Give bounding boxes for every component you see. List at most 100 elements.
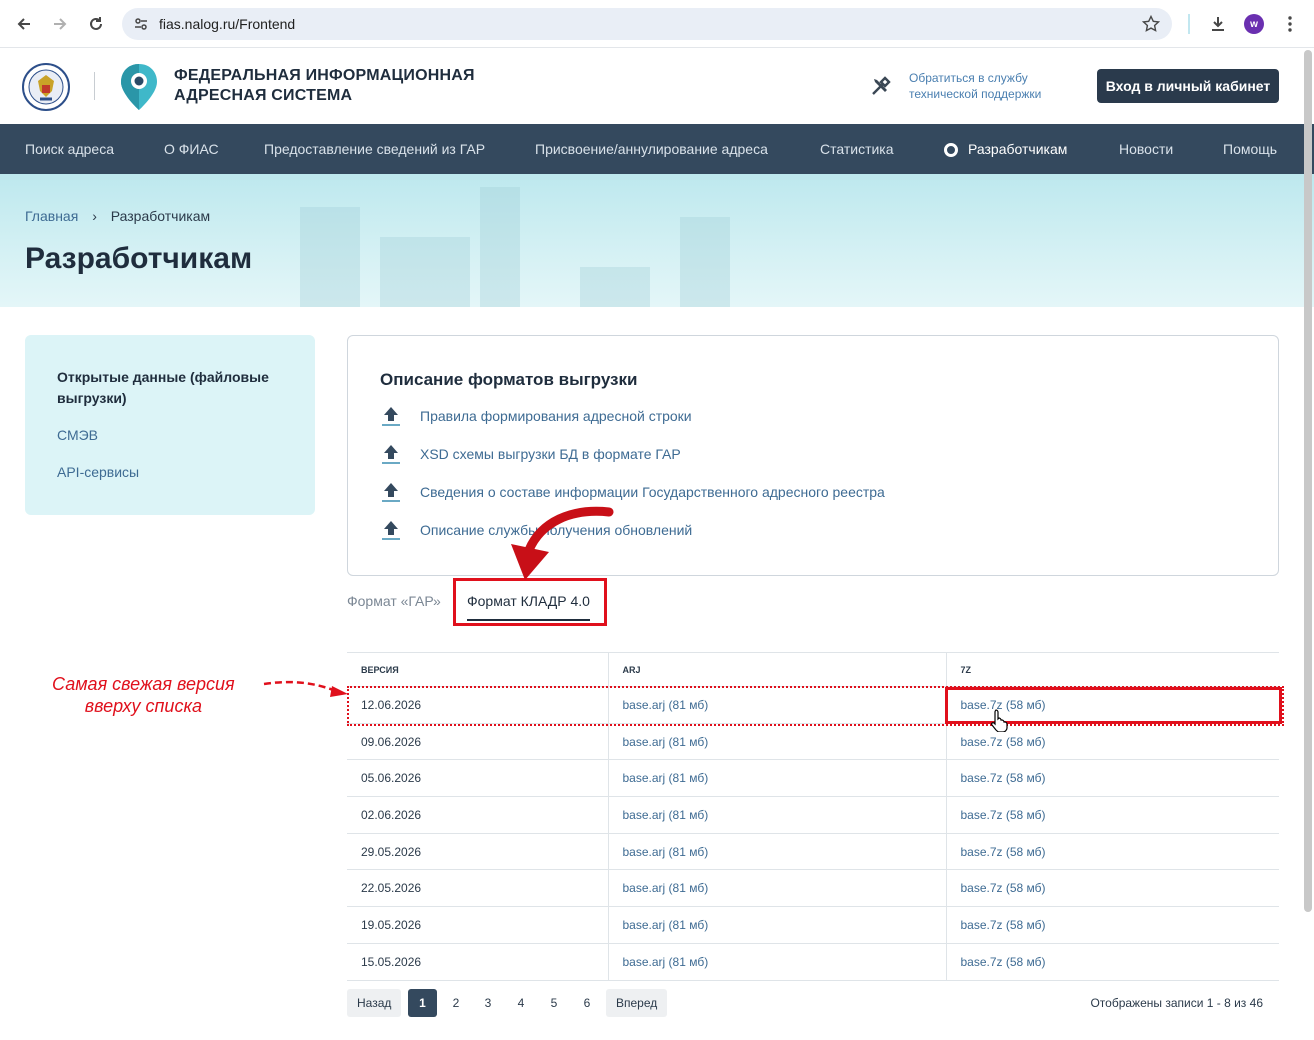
site-title: ФЕДЕРАЛЬНАЯ ИНФОРМАЦИОННАЯ АДРЕСНАЯ СИСТ… [174, 66, 475, 106]
version-date: 02.06.2026 [347, 796, 608, 834]
nav-item-gar-info[interactable]: Предоставление сведений из ГАР [264, 141, 485, 157]
table-header-row: ВЕРСИЯ ARJ 7Z [347, 652, 1279, 687]
reload-icon[interactable] [84, 12, 108, 36]
table-row: 09.06.2026 base.arj (81 мб) base.7z (58 … [347, 723, 1279, 761]
table-row: 15.05.2026 base.arj (81 мб) base.7z (58 … [347, 943, 1279, 981]
7z-download-link[interactable]: base.7z (58 мб) [945, 906, 1279, 944]
nav-item-about[interactable]: О ФИАС [164, 141, 219, 157]
fias-pin-logo-icon[interactable] [118, 62, 160, 117]
pager-page[interactable]: 6 [576, 989, 598, 1017]
bookmark-star-icon[interactable] [1141, 14, 1161, 38]
pager-prev-button[interactable]: Назад [347, 989, 402, 1017]
active-dot-icon [944, 143, 958, 157]
upload-icon [382, 483, 400, 502]
format-link-xsd[interactable]: XSD схемы выгрузки БД в формате ГАР [380, 442, 681, 466]
formats-heading: Описание форматов выгрузки [380, 370, 638, 389]
arj-download-link[interactable]: base.arj (81 мб) [607, 943, 946, 981]
arj-download-link[interactable]: base.arj (81 мб) [607, 723, 946, 761]
tools-icon [870, 75, 892, 102]
browser-toolbar: fias.nalog.ru/Frontend w [0, 0, 1314, 48]
7z-download-link[interactable]: base.7z (58 мб) [945, 943, 1279, 981]
arj-download-link[interactable]: base.arj (81 мб) [607, 869, 946, 908]
pager-page-current[interactable]: 1 [408, 989, 437, 1017]
nav-item-statistics[interactable]: Статистика [820, 141, 894, 157]
header-divider [94, 72, 95, 100]
7z-download-link[interactable]: base.7z (58 мб) [945, 833, 1279, 871]
breadcrumb-current: Разработчикам [110, 208, 211, 224]
upload-icon [382, 521, 400, 540]
download-icon[interactable] [1206, 12, 1230, 36]
breadcrumb: Главная › Разработчикам [25, 208, 210, 224]
forward-arrow-icon[interactable] [48, 12, 72, 36]
curved-red-arrow-icon [511, 506, 614, 580]
format-link-label[interactable]: XSD схемы выгрузки БД в формате ГАР [420, 446, 681, 462]
highlight-tab-box [453, 578, 607, 626]
nav-item-address-search[interactable]: Поиск адреса [25, 141, 114, 157]
sidebar-item-smev[interactable]: СМЭВ [57, 425, 98, 446]
table-row: 05.06.2026 base.arj (81 мб) base.7z (58 … [347, 759, 1279, 798]
version-date: 15.05.2026 [347, 943, 608, 981]
pagination: Назад 1 2 3 4 5 6 Вперед Отображены запи… [347, 989, 1279, 1017]
hero-building [580, 267, 650, 307]
address-bar[interactable]: fias.nalog.ru/Frontend [122, 8, 1172, 40]
hero-building [380, 237, 470, 307]
arj-download-link[interactable]: base.arj (81 мб) [607, 906, 946, 944]
page-title: Разработчикам [25, 242, 253, 275]
main-nav: Поиск адреса О ФИАС Предоставление сведе… [0, 124, 1314, 174]
pager-page[interactable]: 4 [510, 989, 532, 1017]
annotation-arrow-icon [263, 680, 348, 697]
nav-item-address-assignment[interactable]: Присвоение/аннулирование адреса [535, 141, 768, 157]
table-row: 02.06.2026 base.arj (81 мб) base.7z (58 … [347, 796, 1279, 834]
7z-download-link[interactable]: base.7z (58 мб) [945, 759, 1279, 798]
breadcrumb-chevron-icon: › [92, 208, 97, 224]
sidebar-item-open-data[interactable]: Открытые данные (файловые выгрузки) [57, 367, 287, 409]
version-date: 19.05.2026 [347, 906, 608, 944]
arj-download-link[interactable]: base.arj (81 мб) [607, 833, 946, 871]
format-link-address-rules[interactable]: Правила формирования адресной строки [380, 404, 692, 428]
table-row: 19.05.2026 base.arj (81 мб) base.7z (58 … [347, 906, 1279, 944]
address-bar-url[interactable]: fias.nalog.ru/Frontend [159, 16, 295, 32]
pager-page[interactable]: 3 [477, 989, 499, 1017]
table-row: 29.05.2026 base.arj (81 мб) base.7z (58 … [347, 833, 1279, 871]
hero-building [300, 207, 360, 307]
format-link-label[interactable]: Сведения о составе информации Государств… [420, 484, 885, 500]
arj-download-link[interactable]: base.arj (81 мб) [607, 759, 946, 798]
back-arrow-icon[interactable] [12, 12, 36, 36]
support-link[interactable]: Обратиться в службу технической поддержк… [909, 70, 1041, 102]
nav-item-help[interactable]: Помощь [1223, 141, 1277, 157]
column-header-version: ВЕРСИЯ [347, 652, 608, 687]
page-scrollbar[interactable] [1304, 50, 1312, 912]
formats-card: Описание форматов выгрузки Правила форми… [347, 335, 1279, 576]
login-button[interactable]: Вход в личный кабинет [1097, 69, 1279, 103]
pager-page[interactable]: 5 [543, 989, 565, 1017]
sidebar-item-api[interactable]: API-сервисы [57, 462, 139, 483]
7z-download-link[interactable]: base.7z (58 мб) [945, 796, 1279, 834]
hero-banner: Главная › Разработчикам Разработчикам [0, 174, 1314, 307]
column-header-7z: 7Z [945, 652, 1279, 687]
pager-page[interactable]: 2 [445, 989, 467, 1017]
annotation-line2: вверху списка [84, 696, 202, 716]
site-settings-icon[interactable] [133, 16, 149, 37]
annotation-line1: Самая свежая версия [52, 674, 235, 694]
7z-download-link[interactable]: base.7z (58 мб) [945, 869, 1279, 908]
version-date: 09.06.2026 [347, 723, 608, 761]
profile-avatar[interactable]: w [1244, 14, 1264, 34]
column-header-arj: ARJ [607, 652, 946, 687]
tab-gar[interactable]: Формат «ГАР» [347, 593, 441, 609]
format-link-gar-info[interactable]: Сведения о составе информации Государств… [380, 480, 885, 504]
nav-item-developers[interactable]: Разработчикам [968, 141, 1067, 157]
format-link-label[interactable]: Правила формирования адресной строки [420, 408, 692, 424]
site-title-line1: ФЕДЕРАЛЬНАЯ ИНФОРМАЦИОННАЯ [174, 67, 475, 84]
arj-download-link[interactable]: base.arj (81 мб) [607, 796, 946, 834]
annotation-latest-version: Самая свежая версия вверху списка [52, 673, 235, 717]
hero-building [680, 217, 730, 307]
upload-icon [382, 407, 400, 426]
site-title-line2: АДРЕСНАЯ СИСТЕМА [174, 87, 353, 104]
fns-emblem-icon[interactable] [22, 63, 70, 116]
support-line2[interactable]: технической поддержки [909, 86, 1041, 102]
breadcrumb-home[interactable]: Главная [25, 208, 78, 224]
pager-next-button[interactable]: Вперед [606, 989, 668, 1017]
support-line1[interactable]: Обратиться в службу [909, 70, 1041, 86]
browser-menu-icon[interactable] [1278, 12, 1302, 36]
nav-item-news[interactable]: Новости [1119, 141, 1173, 157]
